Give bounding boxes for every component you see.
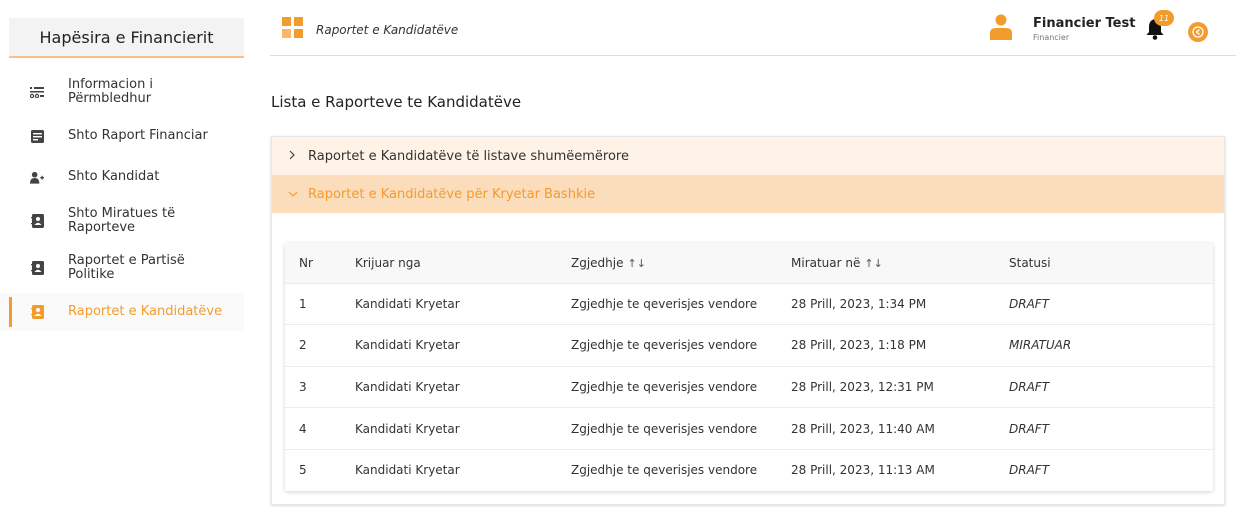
top-header: Raportet e Kandidatëve Financier Test Fi… [270,4,1236,56]
grid-icon [282,17,304,43]
user-role: Financier [1033,33,1070,42]
cell-zgjedhje: Zgjedhje te qeverisjes vendore [571,379,758,394]
accordion-label: Raportet e Kandidatëve për Kryetar Bashk… [308,186,596,202]
breadcrumb: Raportet e Kandidatëve [316,23,459,37]
sort-icon[interactable]: ↑↓ [628,257,646,270]
table-row[interactable]: 3 Kandidati Kryetar Zgjedhje te qeverisj… [285,366,1213,408]
column-header-krijuar-nga: Krijuar nga [355,255,421,270]
table-row[interactable]: 2 Kandidati Kryetar Zgjedhje te qeverisj… [285,324,1213,367]
contact-book-icon [30,214,44,228]
sidebar-item-informacion[interactable]: Informacion i Përmbledhur [0,70,244,114]
column-header-nr: Nr [299,255,313,270]
cell-krijuar-nga: Kandidati Kryetar [355,296,460,311]
column-header-zgjedhje[interactable]: Zgjedhje ↑↓ [557,243,777,283]
table-row[interactable]: 1 Kandidati Kryetar Zgjedhje te qeverisj… [285,283,1213,325]
add-user-icon [30,170,44,184]
cell-statusi: MIRATUAR [1009,338,1072,353]
sidebar-item-label: Raportet e Kandidatëve [68,304,223,319]
sidebar-item-label: Shto Miratues të Raporteve [68,206,176,235]
cell-zgjedhje: Zgjedhje te qeverisjes vendore [571,421,758,436]
sidebar-item-raportet-kandidateve[interactable]: Raportet e Kandidatëve [0,293,244,331]
cell-miratuar-ne: 28 Prill, 2023, 1:18 PM [791,338,927,353]
cell-miratuar-ne: 28 Prill, 2023, 12:31 PM [791,379,934,394]
cell-statusi: DRAFT [1009,463,1050,478]
document-icon [30,129,44,143]
cell-zgjedhje: Zgjedhje te qeverisjes vendore [571,296,758,311]
sidebar-item-label: Informacion i Përmbledhur [68,77,154,106]
sidebar-nav: Informacion i Përmbledhur Shto Raport Fi… [0,70,244,334]
cell-nr: 1 [299,296,307,311]
accordion-kryetar-bashkie[interactable]: Raportet e Kandidatëve për Kryetar Bashk… [272,175,1224,213]
column-header-label: Miratuar në [791,255,861,270]
reports-table-card: Nr Krijuar nga Zgjedhje ↑↓ Miratuar në ↑↓ … [285,243,1213,491]
notification-badge: 11 [1154,10,1174,26]
cell-statusi: DRAFT [1009,379,1050,394]
user-icon [990,14,1012,44]
sidebar-item-shto-raport[interactable]: Shto Raport Financiar [0,117,244,155]
sidebar-item-shto-kandidat[interactable]: Shto Kandidat [0,158,244,196]
sort-icon[interactable]: ↑↓ [864,257,882,270]
sidebar-item-label: Shto Kandidat [68,169,160,184]
cell-statusi: DRAFT [1009,421,1050,436]
contact-book-icon [30,261,44,275]
chevron-right-icon [288,149,308,164]
chevron-down-icon [288,187,308,202]
cell-krijuar-nga: Kandidati Kryetar [355,463,460,478]
cell-statusi: DRAFT [1009,296,1050,311]
cell-nr: 5 [299,463,307,478]
cell-krijuar-nga: Kandidati Kryetar [355,379,460,394]
table-row[interactable]: 5 Kandidati Kryetar Zgjedhje te qeverisj… [285,449,1213,491]
cell-krijuar-nga: Kandidati Kryetar [355,421,460,436]
contact-book-icon [30,305,44,319]
sidebar-item-label: Shto Raport Financiar [68,128,208,143]
user-name: Financier Test [1033,16,1136,31]
cell-nr: 4 [299,421,307,436]
cell-nr: 3 [299,379,307,394]
table-header-row: Nr Krijuar nga Zgjedhje ↑↓ Miratuar në ↑↓ … [285,243,1213,283]
list-icon [30,85,44,99]
logout-button[interactable] [1188,22,1208,42]
cell-nr: 2 [299,338,307,353]
cell-miratuar-ne: 28 Prill, 2023, 11:40 AM [791,421,935,436]
table-row[interactable]: 4 Kandidati Kryetar Zgjedhje te qeverisj… [285,407,1213,450]
sidebar-item-raportet-partise[interactable]: Raportet e Partisë Politike [0,246,244,290]
sidebar-item-shto-miratues[interactable]: Shto Miratues të Raporteve [0,199,244,243]
column-header-label: Zgjedhje [571,255,624,270]
cell-zgjedhje: Zgjedhje te qeverisjes vendore [571,338,758,353]
column-header-miratuar-ne[interactable]: Miratuar në ↑↓ [777,243,995,283]
reports-table: Nr Krijuar nga Zgjedhje ↑↓ Miratuar në ↑↓ … [285,243,1213,491]
cell-miratuar-ne: 28 Prill, 2023, 1:34 PM [791,296,927,311]
cell-zgjedhje: Zgjedhje te qeverisjes vendore [571,463,758,478]
accordion-label: Raportet e Kandidatëve të listave shumëe… [308,148,629,164]
sidebar: Hapësira e Financierit Informacion i Për… [0,0,244,507]
reports-panel: Raportet e Kandidatëve të listave shumëe… [271,136,1225,505]
sidebar-title: Hapësira e Financierit [9,18,244,58]
accordion-listave-shumeemerore[interactable]: Raportet e Kandidatëve të listave shumëe… [272,137,1224,175]
cell-miratuar-ne: 28 Prill, 2023, 11:13 AM [791,463,935,478]
column-header-statusi: Statusi [1009,255,1051,270]
page-title: Lista e Raporteve te Kandidatëve [271,93,522,111]
cell-krijuar-nga: Kandidati Kryetar [355,338,460,353]
logout-icon [1192,26,1204,38]
sidebar-item-label: Raportet e Partisë Politike [68,253,185,282]
